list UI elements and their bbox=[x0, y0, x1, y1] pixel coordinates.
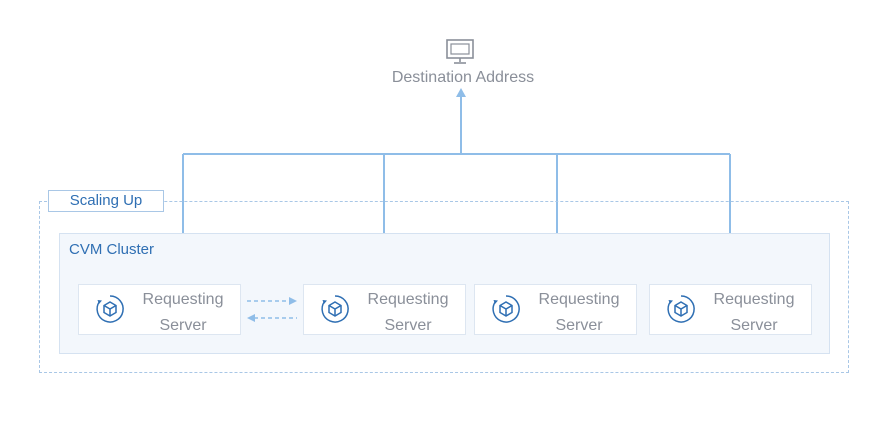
arrow-right-head bbox=[289, 297, 297, 305]
monitor-icon bbox=[446, 39, 474, 64]
cvm-server-icon bbox=[321, 295, 349, 323]
server-label-line1: Requesting bbox=[142, 291, 224, 308]
scaling-arrows bbox=[247, 297, 297, 322]
requesting-server-card-1: Requesting Server bbox=[78, 284, 241, 335]
cvm-server-icon bbox=[667, 295, 695, 323]
scaling-up-tag: Scaling Up bbox=[48, 190, 164, 212]
requesting-server-card-4: Requesting Server bbox=[649, 284, 812, 335]
cvm-server-icon bbox=[96, 295, 124, 323]
server-label-line1: Requesting bbox=[367, 291, 449, 308]
server-label-line2: Server bbox=[159, 317, 207, 334]
cvm-server-icon bbox=[492, 295, 520, 323]
destination-address-label: Destination Address bbox=[391, 69, 535, 86]
server-label-line1: Requesting bbox=[538, 291, 620, 308]
arrow-left-head bbox=[247, 314, 255, 322]
requesting-server-card-2: Requesting Server bbox=[303, 284, 466, 335]
server-label-line2: Server bbox=[730, 317, 778, 334]
arrow-up-head bbox=[456, 88, 466, 97]
server-label-line2: Server bbox=[384, 317, 432, 334]
server-label-line2: Server bbox=[555, 317, 603, 334]
cvm-cluster-label: CVM Cluster bbox=[69, 241, 155, 258]
server-label-line1: Requesting bbox=[713, 291, 795, 308]
requesting-server-card-3: Requesting Server bbox=[474, 284, 637, 335]
